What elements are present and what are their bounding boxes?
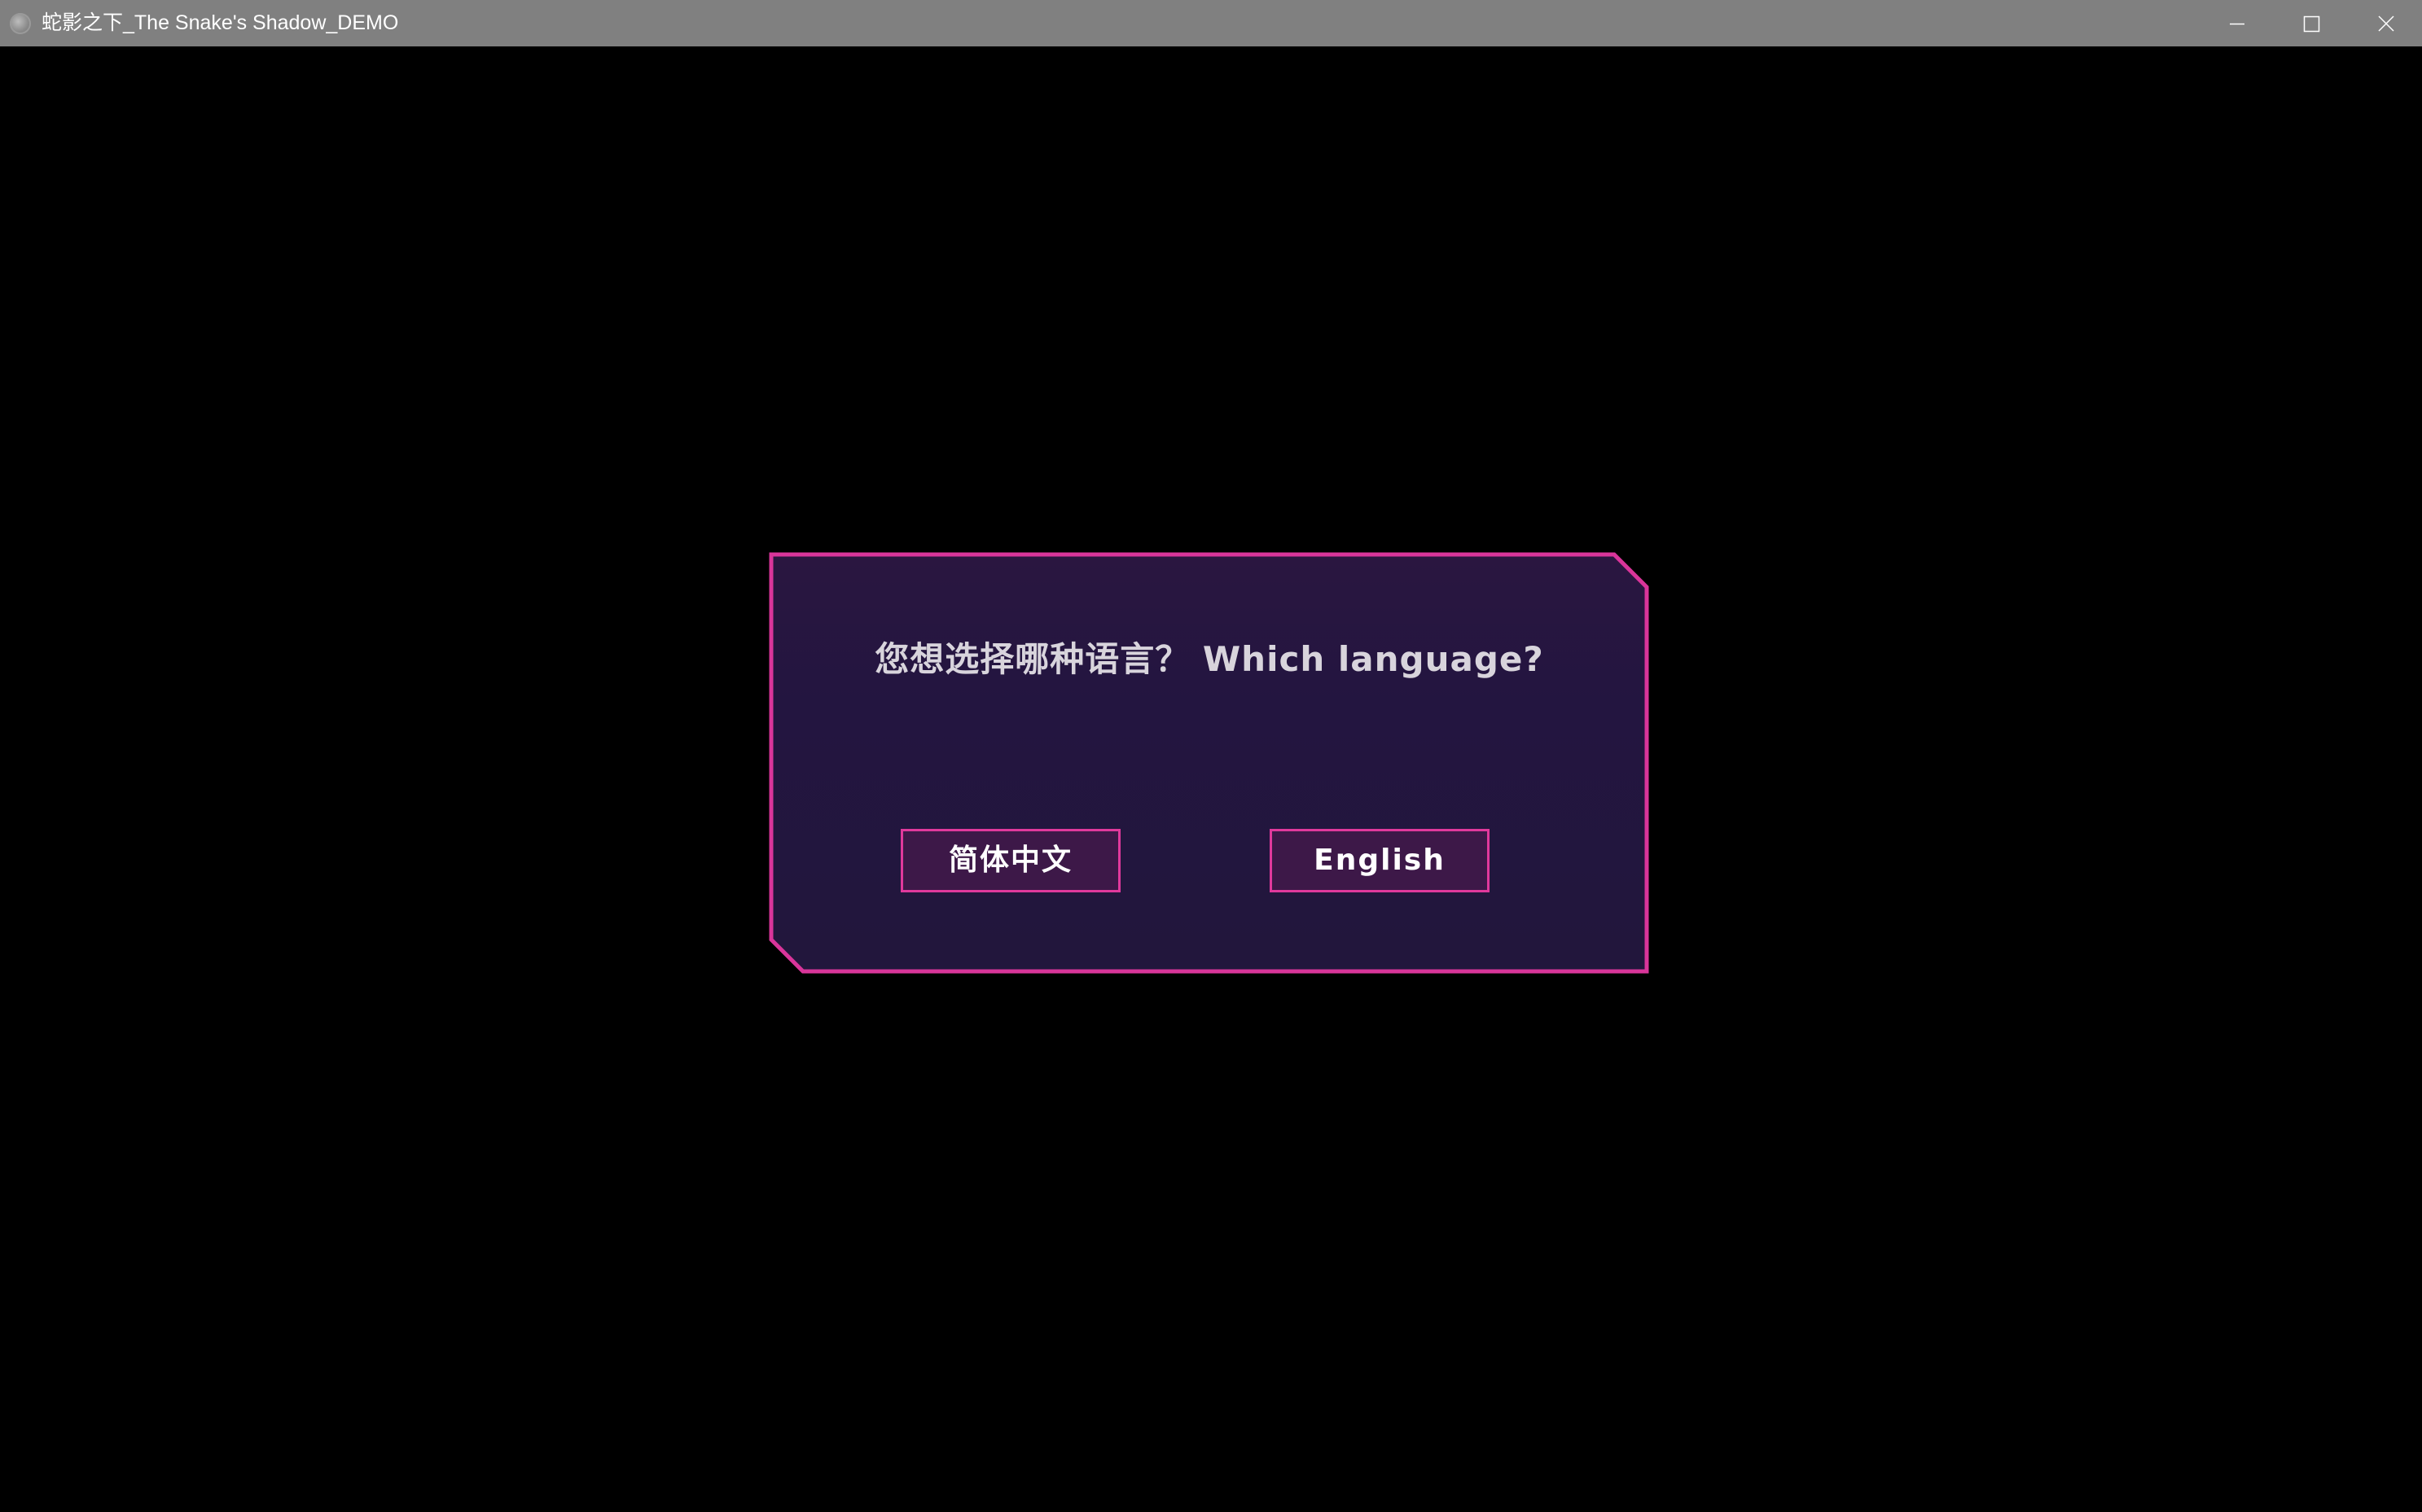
dialog-frame — [769, 552, 1649, 974]
close-button[interactable] — [2349, 0, 2422, 46]
english-button[interactable]: English — [1270, 829, 1490, 892]
language-dialog: 您想选择哪种语言？ Which language? 简体中文 English — [769, 552, 1650, 974]
title-bar[interactable]: 蛇影之下_The Snake's Shadow_DEMO — [0, 0, 2422, 46]
close-icon — [2378, 15, 2394, 32]
minimize-icon — [2230, 23, 2244, 25]
window-title: 蛇影之下_The Snake's Shadow_DEMO — [42, 11, 399, 34]
maximize-icon — [2303, 15, 2320, 33]
game-window: 蛇影之下_The Snake's Shadow_DEMO 您想选择哪种语言？ W… — [0, 0, 2422, 1512]
minimize-button[interactable] — [2199, 0, 2274, 46]
dialog-question: 您想选择哪种语言？ Which language? — [875, 639, 1544, 679]
app-icon — [10, 13, 31, 34]
simplified-chinese-button[interactable]: 简体中文 — [901, 829, 1121, 892]
maximize-button[interactable] — [2274, 0, 2349, 46]
